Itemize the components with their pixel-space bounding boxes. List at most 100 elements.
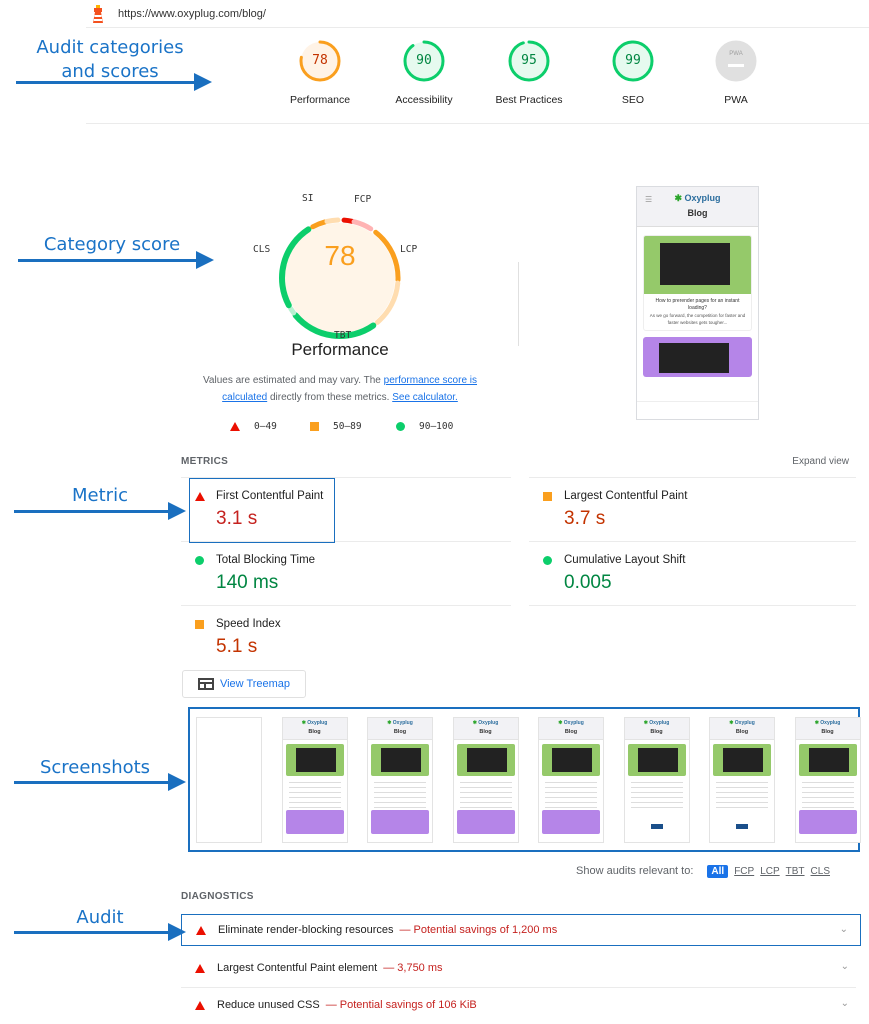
see-calculator-link[interactable]: See calculator. <box>392 392 458 403</box>
preview-post-title: How to prerender pages for an instant lo… <box>655 298 740 311</box>
annotation-categories-line1: Audit categories <box>36 37 184 58</box>
preview-post-card: How to prerender pages for an instant lo… <box>643 235 752 331</box>
frame-post-image <box>371 744 429 776</box>
metric-value: 140 ms <box>216 572 279 593</box>
annotation-categories: Audit categories and scores <box>20 36 200 84</box>
audit-unused-css[interactable]: Reduce unused CSS — Potential savings of… <box>181 989 861 1021</box>
filter-fcp[interactable]: FCP <box>734 866 754 877</box>
pass-circle-icon <box>195 556 204 565</box>
frame-title: Blog <box>735 729 749 735</box>
preview-post-image <box>644 236 751 294</box>
lighthouse-icon <box>93 4 103 23</box>
frame-brand: ✱ Oxyplug <box>558 720 584 726</box>
chevron-down-icon[interactable]: ⌄ <box>841 998 849 1009</box>
audit-lcp-element[interactable]: Largest Contentful Paint element — 3,750… <box>181 952 861 984</box>
frame-header: ✱ Oxyplug Blog <box>795 718 860 740</box>
final-screenshot[interactable]: ☰ ✱ Oxyplug Blog How to prerender pages … <box>636 186 759 420</box>
brand-logo-icon: ✱ <box>643 720 648 726</box>
legend-average: 50–89 <box>310 421 362 432</box>
divider <box>529 605 856 606</box>
filmstrip-frame[interactable]: ✱ Oxyplug Blog <box>538 717 604 843</box>
description-text: directly from these metrics. <box>267 392 393 403</box>
metric-cls: Cumulative Layout Shift 0.005 <box>529 542 829 602</box>
category-gauge-best-practices[interactable]: 95 Best Practices <box>479 40 579 106</box>
filter-cls[interactable]: CLS <box>811 866 830 877</box>
category-gauge-accessibility[interactable]: 90 Accessibility <box>374 40 474 106</box>
frame-brand: ✱ Oxyplug <box>472 720 499 726</box>
brand-logo-icon: ✱ <box>729 720 734 726</box>
chevron-down-icon[interactable]: ⌄ <box>840 924 848 935</box>
frame-post-image <box>798 744 857 776</box>
report-url[interactable]: https://www.oxyplug.com/blog/ <box>118 8 266 20</box>
metric-name: Cumulative Layout Shift <box>564 554 686 566</box>
brand-logo-icon: ✱ <box>301 720 306 726</box>
frame-header: ✱ Oxyplug Blog <box>624 718 689 740</box>
frame-post-text <box>716 778 768 808</box>
filmstrip-frame[interactable]: ✱ Oxyplug Blog <box>794 717 861 843</box>
treemap-icon <box>197 678 214 690</box>
preview-bottom-nav <box>637 401 758 419</box>
gauge-score: 90 <box>416 53 432 68</box>
filmstrip-frame[interactable]: ✱ Oxyplug Blog <box>709 717 775 843</box>
brand-logo-icon: ✱ <box>814 720 819 726</box>
metric-si: Speed Index 5.1 s <box>181 606 481 666</box>
gauge-score: 99 <box>625 53 641 68</box>
category-gauge-performance[interactable]: 78 Performance <box>270 40 370 106</box>
metric-lcp: Largest Contentful Paint 3.7 s <box>529 478 829 538</box>
code-snippet-image <box>381 748 421 772</box>
frame-post-image-2 <box>798 810 857 834</box>
frame-title: Blog <box>308 729 321 735</box>
annotation-metric: Metric <box>72 485 128 506</box>
frame-header: ✱ Oxyplug Blog <box>282 718 347 740</box>
category-gauge-seo[interactable]: 99 SEO <box>583 40 683 106</box>
audit-detail: — Potential savings of 106 KiB <box>325 999 477 1011</box>
view-treemap-button[interactable]: View Treemap <box>182 670 306 698</box>
code-snippet-image <box>295 748 336 772</box>
frame-header: ✱ Oxyplug Blog <box>453 718 518 740</box>
category-gauge-pwa[interactable]: PWA PWA <box>686 40 786 106</box>
frame-cookie-banner <box>713 810 771 834</box>
annotation-arrow <box>14 923 186 941</box>
gauge-label: Accessibility <box>395 94 453 106</box>
frame-header: ✱ Oxyplug Blog <box>539 718 603 740</box>
filmstrip-frame[interactable]: ✱ Oxyplug Blog <box>281 717 348 843</box>
filmstrip-frame[interactable]: ✱ Oxyplug Blog <box>623 717 690 843</box>
filmstrip-frame[interactable]: ✱ Oxyplug Blog <box>367 717 433 843</box>
frame-brand: ✱ Oxyplug <box>643 720 670 726</box>
audit-render-blocking[interactable]: Eliminate render-blocking resources — Po… <box>181 914 861 946</box>
metric-name: Largest Contentful Paint <box>564 490 688 502</box>
filmstrip-frame[interactable] <box>196 717 262 843</box>
circle-icon <box>396 422 405 431</box>
frame-title: Blog <box>564 729 578 735</box>
frame-post-image-2 <box>542 810 600 834</box>
frame-title: Blog <box>650 729 663 735</box>
preview-post-text: How to prerender pages for an instant lo… <box>644 294 751 330</box>
gauge-ring-wrap: 90 <box>403 40 445 82</box>
audit-detail: — 3,750 ms <box>383 962 443 974</box>
metric-label-lcp: LCP <box>400 244 418 255</box>
report-url-bar: https://www.oxyplug.com/blog/ <box>86 0 869 28</box>
frame-header: ✱ Oxyplug Blog <box>368 718 432 740</box>
performance-title: Performance <box>291 340 389 359</box>
filter-lcp[interactable]: LCP <box>760 866 779 877</box>
code-snippet-image <box>466 748 507 772</box>
expand-view-toggle[interactable]: Expand view <box>792 456 849 467</box>
brand-name: Oxyplug <box>684 193 721 203</box>
metrics-heading: METRICS Expand view <box>181 456 849 467</box>
code-snippet-image <box>552 748 592 772</box>
divider <box>86 123 869 124</box>
frame-post-image-2 <box>456 810 515 834</box>
filter-all[interactable]: All <box>707 864 729 878</box>
chevron-down-icon[interactable]: ⌄ <box>841 961 849 972</box>
frame-brand: ✱ Oxyplug <box>387 720 413 726</box>
annotation-category-score: Category score <box>43 234 181 255</box>
filter-tbt[interactable]: TBT <box>786 866 805 877</box>
audit-detail: — Potential savings of 1,200 ms <box>399 924 558 936</box>
gauge-label: PWA <box>724 94 748 106</box>
score-legend: 0–49 50–89 90–100 <box>226 421 486 437</box>
preview-post-excerpt: As we go forward, the competition for fa… <box>649 313 746 325</box>
metric-value: 5.1 s <box>216 636 258 657</box>
gauge-score: 95 <box>521 53 537 68</box>
square-icon <box>310 422 319 431</box>
filmstrip-frame[interactable]: ✱ Oxyplug Blog <box>452 717 519 843</box>
